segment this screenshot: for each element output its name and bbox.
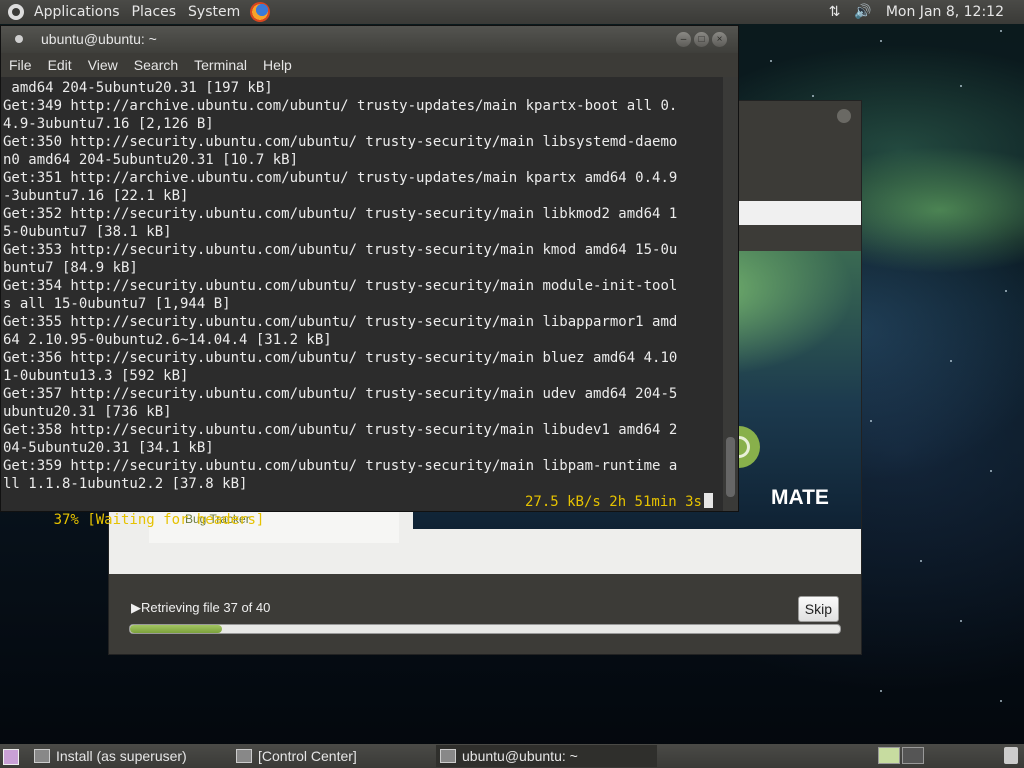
terminal-line: 64 2.10.95-0ubuntu2.6~14.04.4 [31.2 kB]: [3, 332, 332, 348]
star: [960, 620, 962, 622]
star: [990, 470, 992, 472]
close-button[interactable]: ×: [712, 32, 727, 47]
terminal-line: Get:353 http://security.ubuntu.com/ubunt…: [3, 242, 678, 258]
terminal-line: Get:357 http://security.ubuntu.com/ubunt…: [3, 386, 678, 402]
terminal-line: n0 amd64 204-5ubuntu20.31 [10.7 kB]: [3, 152, 299, 168]
status-right: 27.5 kB/s 2h 51min 3s: [524, 494, 702, 510]
control-center-task-icon: [236, 749, 252, 763]
maximize-button[interactable]: □: [694, 32, 709, 47]
star: [870, 420, 872, 422]
terminal-line: amd64 204-5ubuntu20.31 [197 kB]: [3, 80, 273, 96]
installer-close-button[interactable]: [837, 109, 851, 123]
terminal-line: Get:350 http://security.ubuntu.com/ubunt…: [3, 134, 678, 150]
terminal-window: ubuntu@ubuntu: ~ – □ × File Edit View Se…: [0, 25, 739, 528]
terminal-line: buntu7 [84.9 kB]: [3, 260, 138, 276]
terminal-line: s all 15-0ubuntu7 [1,944 B]: [3, 296, 231, 312]
terminal-line: Get:356 http://security.ubuntu.com/ubunt…: [3, 350, 678, 366]
workspace-2[interactable]: [902, 747, 924, 764]
terminal-line: Get:354 http://security.ubuntu.com/ubunt…: [3, 278, 678, 294]
menu-help[interactable]: Help: [255, 53, 300, 77]
terminal-line: Get:358 http://security.ubuntu.com/ubunt…: [3, 422, 678, 438]
top-panel: Applications Places System ⇅ 🔊 Mon Jan 8…: [0, 0, 1024, 24]
star: [920, 560, 922, 562]
expand-triangle-icon[interactable]: ▶: [131, 600, 141, 615]
progress-bar: [129, 624, 841, 634]
star: [950, 360, 952, 362]
clock[interactable]: Mon Jan 8, 12:12: [886, 4, 1004, 20]
applications-menu[interactable]: Applications: [28, 0, 126, 24]
terminal-line: Get:349 http://archive.ubuntu.com/ubuntu…: [3, 98, 678, 114]
scrollbar-thumb[interactable]: [726, 437, 735, 497]
task-control-center[interactable]: [Control Center]: [232, 745, 453, 767]
trash-icon[interactable]: [1004, 747, 1018, 764]
mate-logo-icon[interactable]: [8, 4, 24, 20]
installer-task-icon: [34, 749, 50, 763]
terminal-lines: amd64 204-5ubuntu20.31 [197 kB] Get:349 h…: [3, 79, 677, 493]
star: [960, 85, 962, 87]
show-desktop-icon[interactable]: [3, 749, 19, 765]
star: [880, 690, 882, 692]
progress-label[interactable]: ▶Retrieving file 37 of 40: [131, 600, 270, 616]
star: [880, 40, 882, 42]
task-install[interactable]: Install (as superuser): [30, 745, 251, 767]
terminal-line: Get:351 http://archive.ubuntu.com/ubuntu…: [3, 170, 678, 186]
star: [1000, 30, 1002, 32]
menu-file[interactable]: File: [1, 53, 40, 77]
progress-bar-fill: [130, 625, 223, 633]
system-menu[interactable]: System: [182, 0, 246, 24]
terminal-scrollbar[interactable]: [723, 77, 738, 511]
slide-title: MATE: [771, 486, 829, 509]
bottom-panel: Install (as superuser) [Control Center] …: [0, 744, 1024, 768]
terminal-menubar: File Edit View Search Terminal Help: [1, 53, 738, 77]
skip-button[interactable]: Skip: [797, 596, 839, 622]
installer-footer: ▶Retrieving file 37 of 40 Skip: [109, 574, 861, 654]
terminal-line: -3ubuntu7.16 [22.1 kB]: [3, 188, 189, 204]
menu-edit[interactable]: Edit: [40, 53, 80, 77]
volume-icon[interactable]: 🔊: [854, 4, 871, 20]
terminal-task-icon: [440, 749, 456, 763]
workspace-1[interactable]: [878, 747, 900, 764]
menu-search[interactable]: Search: [126, 53, 186, 77]
minimize-button[interactable]: –: [676, 32, 691, 47]
menu-terminal[interactable]: Terminal: [186, 53, 255, 77]
star: [1005, 290, 1007, 292]
task-terminal[interactable]: ubuntu@ubuntu: ~: [436, 745, 657, 767]
star: [1000, 700, 1002, 702]
terminal-title: ubuntu@ubuntu: ~: [41, 31, 157, 47]
terminal-line: Get:355 http://security.ubuntu.com/ubunt…: [3, 314, 678, 330]
star: [812, 95, 814, 97]
terminal-window-icon[interactable]: [15, 35, 23, 43]
terminal-line: 1-0ubuntu13.3 [592 kB]: [3, 368, 189, 384]
menu-view[interactable]: View: [80, 53, 126, 77]
status-left: 37% [Waiting for headers]: [53, 512, 265, 528]
terminal-line: 5-0ubuntu7 [38.1 kB]: [3, 224, 172, 240]
firefox-launcher-icon[interactable]: [250, 2, 271, 22]
text-cursor: [704, 493, 713, 508]
network-icon[interactable]: ⇅: [829, 4, 841, 20]
terminal-titlebar[interactable]: ubuntu@ubuntu: ~ – □ ×: [1, 26, 738, 53]
terminal-line: 04-5ubuntu20.31 [34.1 kB]: [3, 440, 214, 456]
terminal-line: Get:359 http://security.ubuntu.com/ubunt…: [3, 458, 678, 474]
star: [770, 60, 772, 62]
terminal-line: ubuntu20.31 [736 kB]: [3, 404, 172, 420]
terminal-output[interactable]: amd64 204-5ubuntu20.31 [197 kB] Get:349 h…: [1, 77, 723, 528]
terminal-line: ll 1.1.8-1ubuntu2.2 [37.8 kB]: [3, 476, 248, 492]
terminal-line: Get:352 http://security.ubuntu.com/ubunt…: [3, 206, 678, 222]
terminal-status-line: 37% [Waiting for headers] 27.5 kB/s 2h 5…: [3, 493, 719, 528]
terminal-line: 4.9-3ubuntu7.16 [2,126 B]: [3, 116, 214, 132]
places-menu[interactable]: Places: [126, 0, 183, 24]
